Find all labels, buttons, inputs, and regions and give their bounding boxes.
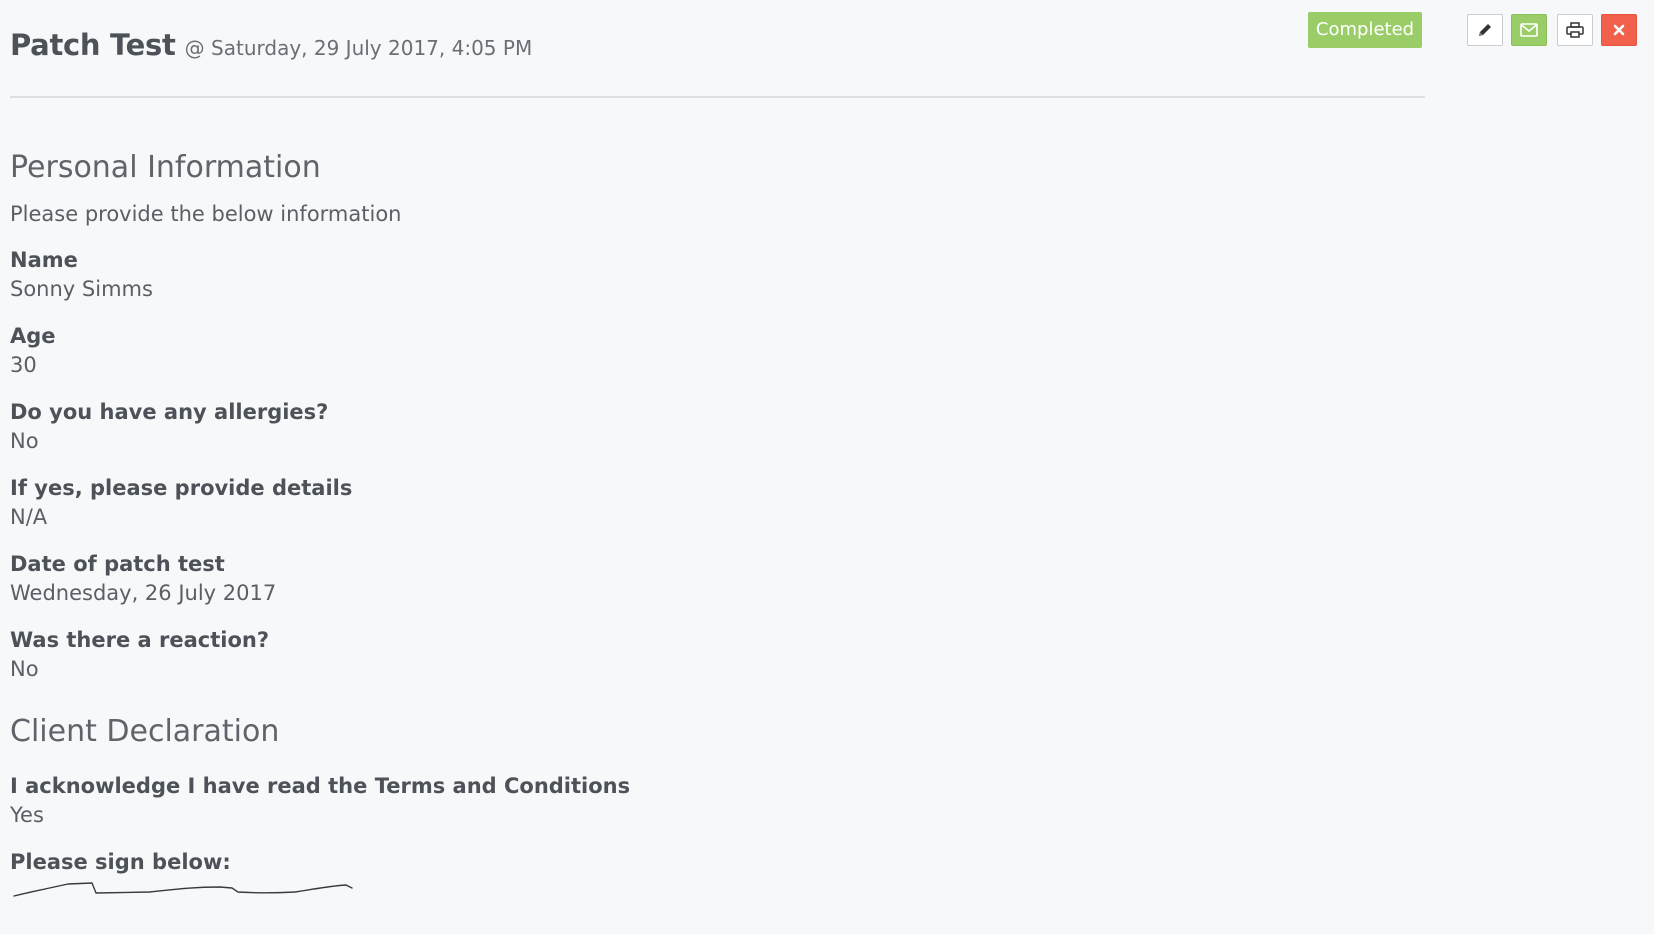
page-title: Patch Test: [10, 28, 176, 62]
printer-icon: [1566, 22, 1584, 38]
field-value: Wednesday, 26 July 2017: [10, 581, 277, 605]
field-name: Name Sonny Simms: [10, 246, 1410, 304]
field-allergy-details: If yes, please provide details N/A: [10, 474, 1410, 532]
field-value: No: [10, 429, 39, 453]
section-title-client-declaration: Client Declaration: [10, 714, 280, 749]
field-value: 30: [10, 353, 37, 377]
field-label: Date of patch test: [10, 552, 225, 576]
field-label: Do you have any allergies?: [10, 400, 329, 424]
field-label: Name: [10, 248, 78, 272]
status-badge: Completed: [1308, 12, 1422, 48]
section-intro: Please provide the below information: [10, 202, 402, 226]
field-value: N/A: [10, 505, 48, 529]
edit-button[interactable]: [1467, 14, 1503, 46]
field-terms-acknowledgement: I acknowledge I have read the Terms and …: [10, 772, 1410, 830]
envelope-icon: [1520, 23, 1538, 37]
field-value: No: [10, 657, 39, 681]
pencil-icon: [1479, 24, 1491, 36]
field-allergies: Do you have any allergies? No: [10, 398, 1410, 456]
print-button[interactable]: [1557, 14, 1593, 46]
signature-label: Please sign below:: [10, 850, 231, 874]
field-label: If yes, please provide details: [10, 476, 353, 500]
page-timestamp: @ Saturday, 29 July 2017, 4:05 PM: [184, 36, 533, 60]
email-button[interactable]: [1511, 14, 1547, 46]
page-header: Patch Test @ Saturday, 29 July 2017, 4:0…: [10, 28, 532, 62]
field-label: I acknowledge I have read the Terms and …: [10, 774, 631, 798]
section-title-personal-information: Personal Information: [10, 150, 321, 185]
close-icon: [1613, 24, 1625, 36]
header-divider: [10, 96, 1425, 98]
field-label: Was there a reaction?: [10, 628, 270, 652]
field-signature: Please sign below:: [10, 848, 1410, 904]
field-patch-test-date: Date of patch test Wednesday, 26 July 20…: [10, 550, 1410, 608]
form-content: Personal Information Please provide the …: [10, 146, 1410, 904]
signature-image: [13, 882, 353, 897]
field-value: Yes: [10, 803, 44, 827]
field-age: Age 30: [10, 322, 1410, 380]
field-value: Sonny Simms: [10, 277, 153, 301]
field-label: Age: [10, 324, 56, 348]
close-button[interactable]: [1601, 14, 1637, 46]
field-reaction: Was there a reaction? No: [10, 626, 1410, 684]
